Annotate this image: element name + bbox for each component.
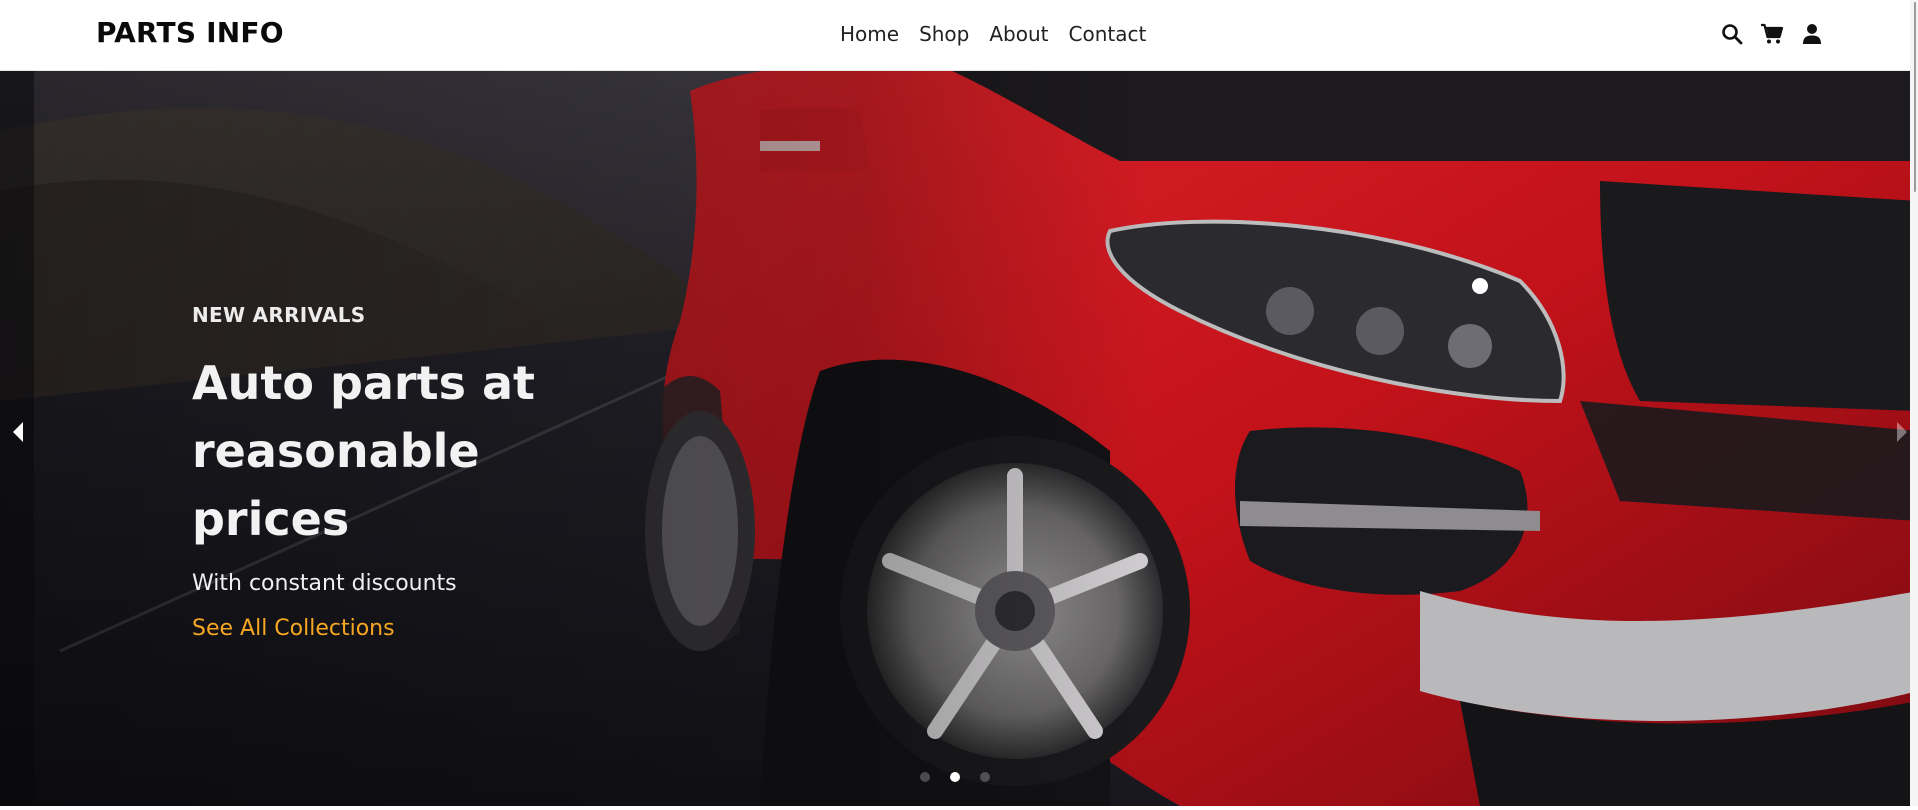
hero-headline-line1: Auto parts at reasonable — [192, 356, 536, 478]
cart-icon[interactable] — [1760, 22, 1784, 46]
chevron-left-icon — [13, 422, 23, 442]
hero-subline: With constant discounts — [192, 571, 457, 596]
slider-next-arrow[interactable] — [1892, 419, 1912, 445]
hero-eyebrow: NEW ARRIVALS — [192, 303, 366, 327]
nav-shop[interactable]: Shop — [919, 22, 969, 46]
search-icon[interactable] — [1720, 22, 1744, 46]
scrollbar-thumb[interactable] — [1914, 2, 1916, 192]
nav-contact[interactable]: Contact — [1069, 22, 1147, 46]
site-header: PARTS INFO Home Shop About Contact — [0, 0, 1918, 71]
hero-slider: NEW ARRIVALS Auto parts at reasonable pr… — [0, 71, 1918, 806]
hero-headline-line2: prices — [192, 492, 350, 546]
hero-headline: Auto parts at reasonable prices — [192, 349, 832, 553]
site-logo[interactable]: PARTS INFO — [96, 16, 284, 49]
slider-prev-arrow[interactable] — [8, 419, 28, 445]
slider-dot-1[interactable] — [920, 772, 930, 782]
hero-text-block: NEW ARRIVALS Auto parts at reasonable pr… — [192, 303, 832, 641]
slider-dot-2[interactable] — [950, 772, 960, 782]
nav-about[interactable]: About — [989, 22, 1048, 46]
user-icon[interactable] — [1800, 22, 1824, 46]
chevron-right-icon — [1897, 422, 1907, 442]
main-nav: Home Shop About Contact — [840, 22, 1146, 46]
see-all-collections-link[interactable]: See All Collections — [192, 616, 395, 641]
slider-dot-3[interactable] — [980, 772, 990, 782]
nav-home[interactable]: Home — [840, 22, 899, 46]
header-icons — [1720, 22, 1824, 46]
slider-dots — [920, 772, 990, 782]
